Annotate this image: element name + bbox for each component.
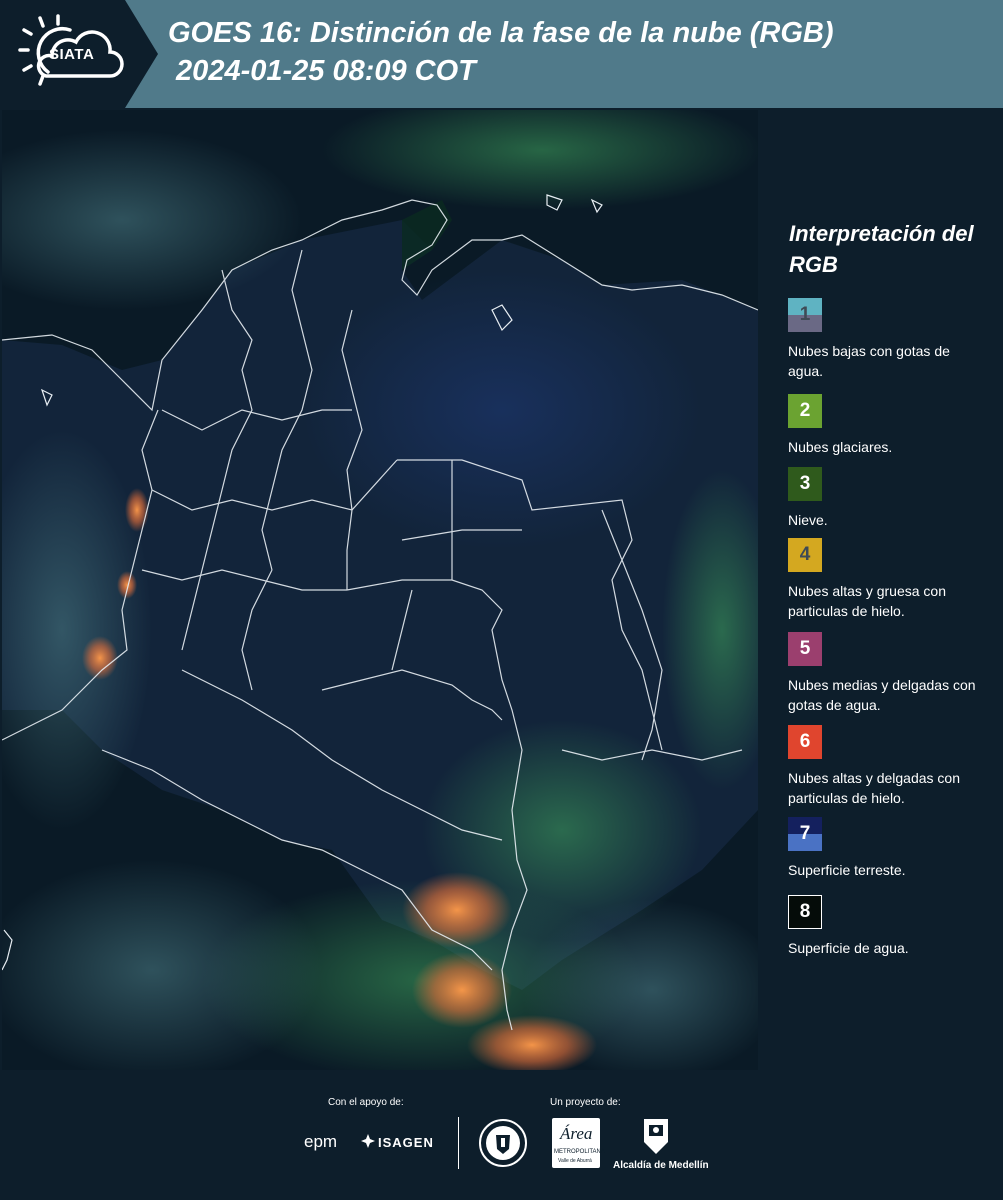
isagen-icon <box>361 1134 375 1148</box>
area-metro-sub: METROPOLITANA <box>554 1149 605 1155</box>
legend-swatch-3: 3 <box>788 467 822 501</box>
legend-label-1: Nubes bajas con gotas de agua. <box>788 343 950 379</box>
legend-number-3: 3 <box>799 473 811 494</box>
legend-item-4: 4 Nubes altas y gruesa con particulas de… <box>788 538 998 621</box>
legend-item-5: 5 Nubes medias y delgadas con gotas de a… <box>788 632 998 715</box>
legend-number-7: 7 <box>799 823 811 844</box>
header: SIATA GOES 16: Distinción de la fase de … <box>0 0 1003 108</box>
legend-label-6: Nubes altas y delgadas con particulas de… <box>788 770 960 806</box>
alcaldia-shield-icon <box>644 1119 668 1154</box>
legend-label-7: Superficie terreste. <box>788 862 906 878</box>
legend-label-2: Nubes glaciares. <box>788 439 893 455</box>
legend-swatch-4: 4 <box>788 538 822 572</box>
legend-item-1: 1 Nubes bajas con gotas de agua. <box>788 298 998 381</box>
legend-swatch-2: 2 <box>788 394 822 428</box>
legend-swatch-6: 6 <box>788 725 822 759</box>
legend-label-8: Superficie de agua. <box>788 940 909 956</box>
legend-swatch-7: 7 <box>788 817 822 851</box>
legend-item-7: 7 Superficie terreste. <box>788 817 998 880</box>
area-metropolitana-logo: Área METROPOLITANA Valle de Aburrá <box>552 1118 605 1168</box>
legend-item-3: 3 Nieve. <box>788 467 998 530</box>
medellin-seal-icon <box>479 1119 527 1167</box>
legend-number-2: 2 <box>799 400 811 421</box>
legend-label-3: Nieve. <box>788 512 828 528</box>
isagen-logo: ISAGEN <box>378 1135 434 1150</box>
legend-label-4: Nubes altas y gruesa con particulas de h… <box>788 583 946 619</box>
legend-number-6: 6 <box>799 731 811 752</box>
legend-number-1: 1 <box>799 304 811 325</box>
legend-swatch-8: 8 <box>788 895 822 929</box>
map-image <box>2 110 758 1070</box>
epm-logo: epm <box>304 1132 338 1151</box>
legend-swatch-5: 5 <box>788 632 822 666</box>
footer: Con el apoyo de: Un proyecto de: epm ISA… <box>0 1070 1003 1200</box>
area-metro-sub2: Valle de Aburrá <box>558 1158 592 1164</box>
support-label: Con el apoyo de: <box>328 1097 404 1108</box>
legend-number-5: 5 <box>799 638 811 659</box>
page-title: GOES 16: Distinción de la fase de la nub… <box>168 14 834 90</box>
siata-logo-text: SIATA <box>49 46 95 63</box>
legend-swatch-1: 1 <box>788 298 822 332</box>
legend-title: Interpretación del RGB <box>789 221 974 277</box>
legend-item-2: 2 Nubes glaciares. <box>788 394 998 457</box>
alcaldia-label: Alcaldía de Medellín <box>613 1160 709 1171</box>
legend-item-8: 8 Superficie de agua. <box>788 895 998 958</box>
title-line-2: 2024-01-25 08:09 COT <box>168 55 476 87</box>
legend-panel: Interpretación del RGB 1 Nubes bajas con… <box>760 110 1003 1070</box>
footer-divider <box>458 1117 459 1169</box>
satellite-map[interactable] <box>2 110 758 1070</box>
project-label: Un proyecto de: <box>550 1097 621 1108</box>
legend-item-6: 6 Nubes altas y delgadas con particulas … <box>788 725 998 808</box>
legend-number-8: 8 <box>799 901 811 922</box>
legend-number-4: 4 <box>799 544 811 565</box>
area-metro-name: Área <box>560 1124 593 1143</box>
legend-label-5: Nubes medias y delgadas con gotas de agu… <box>788 677 976 713</box>
title-line-1: GOES 16: Distinción de la fase de la nub… <box>168 17 834 49</box>
